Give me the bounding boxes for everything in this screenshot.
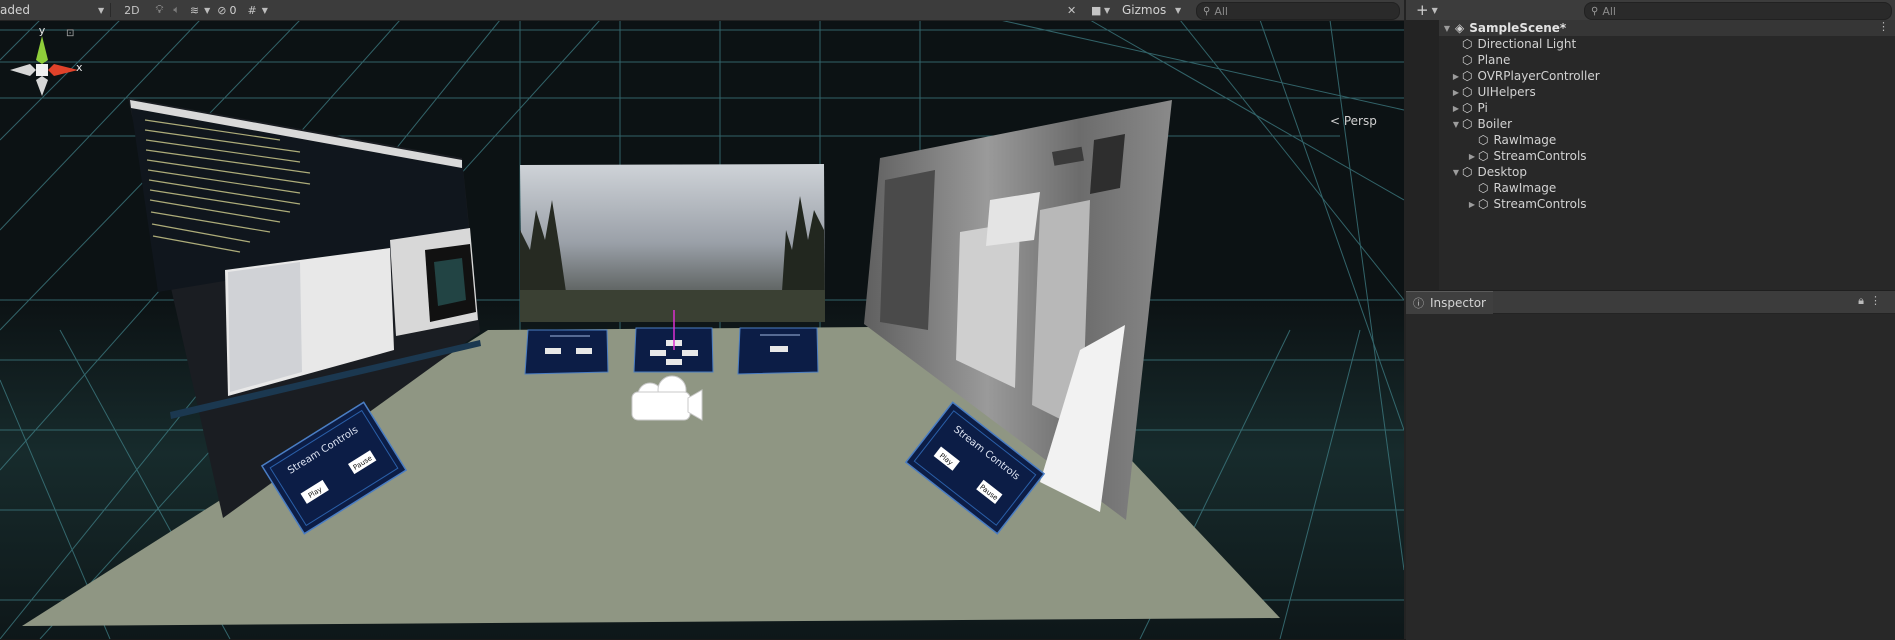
hierarchy-item-label: RawImage <box>1493 133 1557 147</box>
hierarchy-item-label: Desktop <box>1477 165 1527 179</box>
collapse-arrow-icon[interactable]: ▼ <box>1450 120 1462 129</box>
camera-icon[interactable]: ■ <box>1088 2 1104 18</box>
gameobject-cube-icon: ⬡ <box>1462 37 1473 51</box>
gizmo-y-label: y <box>39 24 46 37</box>
inspector-lock-and-menu-icon[interactable]: 🔒︎⋮ <box>1858 294 1887 308</box>
expand-arrow-icon[interactable]: ▶ <box>1466 152 1478 161</box>
grid-chevron-icon[interactable]: ▼ <box>262 6 268 15</box>
x-axis-handle[interactable] <box>48 64 78 76</box>
effects-toggle-icon[interactable]: ≋ <box>187 2 202 18</box>
hierarchy-scene-row[interactable]: ▼ ◈ SampleScene* ⋮ <box>1439 20 1895 36</box>
add-object-icon[interactable]: + <box>1416 1 1429 19</box>
expand-arrow-icon[interactable]: ▼ <box>1441 24 1453 33</box>
gameobject-cube-icon: ⬡ <box>1462 85 1473 99</box>
hierarchy-item[interactable]: ⬡ Directional Light <box>1462 36 1576 52</box>
add-object-chevron-icon[interactable]: ▼ <box>1432 6 1438 15</box>
scene-search-placeholder: All <box>1214 4 1228 18</box>
inspector-panel: ⓘ Inspector 🔒︎⋮ <box>1406 290 1895 640</box>
expand-arrow-icon[interactable]: ▶ <box>1466 200 1478 209</box>
scene-name: SampleScene* <box>1469 21 1567 35</box>
gameobject-cube-icon: ⬡ <box>1478 181 1489 195</box>
hierarchy-item[interactable]: ⬡ RawImage <box>1478 132 1556 148</box>
hierarchy-gutter <box>1406 21 1439 290</box>
hidden-objects-count: 0 <box>229 3 237 17</box>
tools-icon[interactable]: ✕ <box>1064 2 1079 18</box>
gameobject-cube-icon: ⬡ <box>1478 133 1489 147</box>
hierarchy-item[interactable]: ⬡ Plane <box>1462 52 1510 68</box>
tab-inspector[interactable]: ⓘ Inspector <box>1406 291 1493 314</box>
expand-arrow-icon[interactable]: ▶ <box>1450 72 1462 81</box>
search-icon: ⚲ <box>1203 5 1211 17</box>
gameobject-cube-icon: ⬡ <box>1462 117 1473 131</box>
hierarchy-panel: + ▼ ⚲ All ▼ ◈ SampleScene* ⋮ ⬡ Direction… <box>1406 0 1895 290</box>
info-icon: ⓘ <box>1413 297 1424 310</box>
scene-toolbar: aded ▼ 2D 💡︎ 🔈︎ ≋ ▼ ⊘ 0 # ▼ ✕ ■ ▼ Gizmos… <box>0 0 1404 21</box>
hierarchy-item-label: Plane <box>1477 53 1511 67</box>
gameobject-cube-icon: ⬡ <box>1462 53 1473 67</box>
scene-search-input[interactable]: ⚲ All <box>1196 2 1400 20</box>
expand-arrow-icon[interactable]: ▶ <box>1450 104 1462 113</box>
hierarchy-item[interactable]: ⬡ RawImage <box>1478 180 1556 196</box>
shading-mode-dropdown[interactable]: aded <box>0 3 30 17</box>
shading-mode-chevron-icon[interactable]: ▼ <box>98 6 104 15</box>
audio-toggle-icon[interactable]: 🔈︎ <box>170 2 183 18</box>
hierarchy-item-label: Boiler <box>1477 117 1513 131</box>
hierarchy-toolbar: + ▼ ⚲ All <box>1406 0 1895 21</box>
inspector-header: ⓘ Inspector 🔒︎⋮ <box>1406 291 1895 314</box>
hierarchy-item-label: StreamControls <box>1493 149 1587 163</box>
gameobject-cube-icon: ⬡ <box>1478 197 1489 211</box>
gameobject-cube-icon: ⬡ <box>1462 69 1473 83</box>
gameobject-cube-icon: ⬡ <box>1478 149 1489 163</box>
gizmo-center-cube[interactable] <box>36 64 48 76</box>
grid-toggle-icon[interactable]: # <box>245 2 260 18</box>
lighting-toggle-icon[interactable]: 💡︎ <box>153 2 167 18</box>
collapse-arrow-icon[interactable]: ▼ <box>1450 168 1462 177</box>
hierarchy-search-placeholder: All <box>1602 4 1616 18</box>
pi-camera-stream-panel[interactable] <box>520 164 825 322</box>
scene-menu-icon[interactable]: ⋮ <box>1878 20 1889 33</box>
hierarchy-item[interactable]: ▶ ⬡ StreamControls <box>1466 196 1587 212</box>
effects-chevron-icon[interactable]: ▼ <box>204 6 210 15</box>
gizmos-chevron-icon[interactable]: ▼ <box>1175 6 1181 15</box>
gizmos-button[interactable]: Gizmos <box>1122 3 1166 17</box>
projection-toggle[interactable]: < Persp <box>1330 114 1377 128</box>
hierarchy-item-label: UIHelpers <box>1477 85 1536 99</box>
hierarchy-item[interactable]: ▶ ⬡ StreamControls <box>1466 148 1587 164</box>
hierarchy-search-input[interactable]: ⚲ All <box>1584 2 1892 20</box>
gizmo-x-label: x <box>76 61 83 74</box>
hierarchy-item[interactable]: ▶ ⬡ UIHelpers <box>1450 84 1536 100</box>
scene-canvas[interactable]: Stream Controls Play Pause Stream Contro… <box>0 20 1404 639</box>
inspector-tab-label: Inspector <box>1430 296 1486 310</box>
hierarchy-item-label: OVRPlayerController <box>1477 69 1600 83</box>
hierarchy-item[interactable]: ▼ ⬡ Desktop <box>1450 164 1527 180</box>
hierarchy-item[interactable]: ▶ ⬡ Pi <box>1450 100 1488 116</box>
hierarchy-item[interactable]: ▶ ⬡ OVRPlayerController <box>1450 68 1600 84</box>
camera-chevron-icon[interactable]: ▼ <box>1104 6 1110 15</box>
hierarchy-item-label: StreamControls <box>1493 197 1587 211</box>
gameobject-cube-icon: ⬡ <box>1462 101 1473 115</box>
expand-arrow-icon[interactable]: ▶ <box>1450 88 1462 97</box>
hierarchy-item-label: Pi <box>1477 101 1488 115</box>
search-icon: ⚲ <box>1591 5 1599 17</box>
hierarchy-item-label: Directional Light <box>1477 37 1577 51</box>
2d-toggle-button[interactable]: 2D <box>121 2 142 18</box>
hidden-objects-icon[interactable]: ⊘ <box>214 2 229 18</box>
y-axis-handle[interactable] <box>36 36 48 64</box>
right-controls-panel[interactable] <box>737 327 819 375</box>
hierarchy-item[interactable]: ▼ ⬡ Boiler <box>1450 116 1512 132</box>
scene-view[interactable]: aded ▼ 2D 💡︎ 🔈︎ ≋ ▼ ⊘ 0 # ▼ ✕ ■ ▼ Gizmos… <box>0 0 1404 639</box>
orientation-gizmo[interactable]: y x ⊡ <box>0 20 84 124</box>
unity-scene-icon: ◈ <box>1455 21 1465 35</box>
hierarchy-item-label: RawImage <box>1493 181 1557 195</box>
gizmo-lock-icon[interactable]: ⊡ <box>66 28 74 39</box>
cloud-controls-panel[interactable] <box>524 329 609 375</box>
toolbar-separator <box>110 3 112 17</box>
gameobject-cube-icon: ⬡ <box>1462 165 1473 179</box>
